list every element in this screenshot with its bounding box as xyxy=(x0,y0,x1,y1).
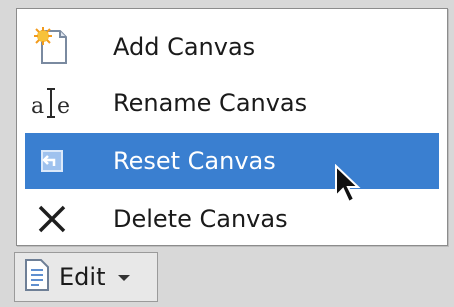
menu-item-rename-canvas[interactable]: a e Rename Canvas xyxy=(25,75,439,131)
chevron-down-icon xyxy=(117,268,131,287)
menu-item-add-canvas[interactable]: Add Canvas xyxy=(25,19,439,75)
menu-item-label: Reset Canvas xyxy=(113,147,276,175)
reset-icon xyxy=(29,138,75,184)
menu-item-label: Rename Canvas xyxy=(113,89,308,117)
menu-item-delete-canvas[interactable]: Delete Canvas xyxy=(25,191,439,247)
delete-icon xyxy=(29,196,75,242)
rename-icon: a e xyxy=(29,80,75,126)
add-canvas-icon xyxy=(29,24,75,70)
menu-item-label: Add Canvas xyxy=(113,33,256,61)
svg-text:e: e xyxy=(57,94,70,119)
menu-item-label: Delete Canvas xyxy=(113,205,288,233)
mouse-cursor-icon xyxy=(334,163,364,212)
edit-menu-button[interactable]: Edit xyxy=(14,252,158,302)
menu-item-reset-canvas[interactable]: Reset Canvas xyxy=(25,133,439,189)
document-icon xyxy=(23,258,51,296)
context-menu: Add Canvas a e Rename Canvas Reset Canva… xyxy=(16,8,448,246)
edit-label: Edit xyxy=(59,263,106,291)
svg-text:a: a xyxy=(31,94,44,119)
